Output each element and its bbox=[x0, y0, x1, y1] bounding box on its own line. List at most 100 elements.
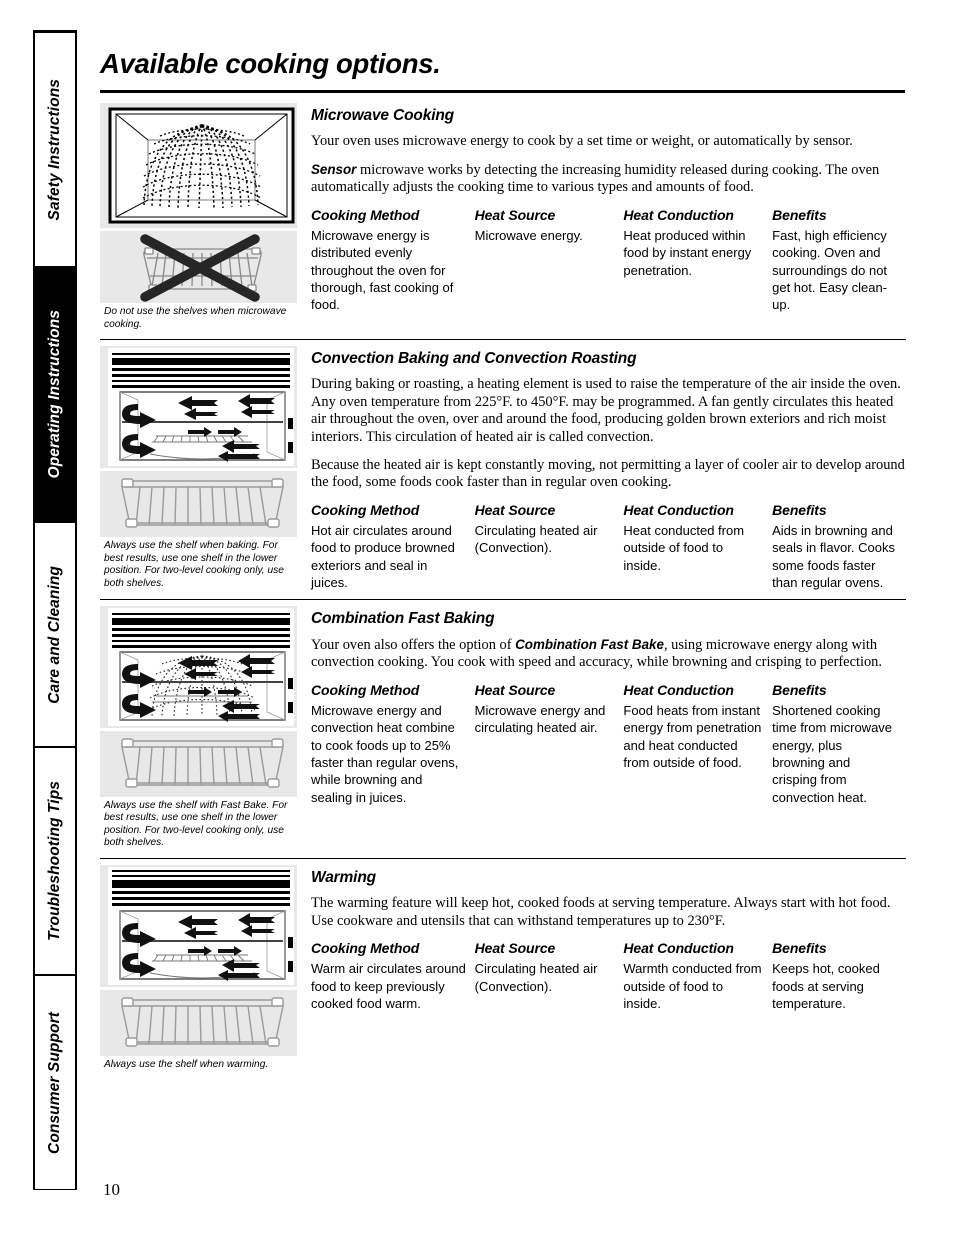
figure-caption: Always use the shelf with Fast Bake. For… bbox=[104, 799, 288, 849]
cell-heat-conduction: Heat produced within food by instant ene… bbox=[623, 227, 752, 278]
section-combination-fast-baking: Always use the shelf with Fast Bake. For… bbox=[100, 598, 906, 858]
table-header-row: Cooking Method Heat Source Heat Conducti… bbox=[311, 207, 906, 227]
col-header-benefits: Benefits bbox=[772, 940, 827, 957]
col-header-cooking-method: Cooking Method bbox=[311, 681, 420, 698]
text-column: Combination Fast Baking Your oven also o… bbox=[305, 606, 906, 858]
col-header-heat-source: Heat Source bbox=[474, 501, 556, 518]
figure-column: Do not use the shelves when microwave co… bbox=[100, 103, 305, 339]
figure-caption: Do not use the shelves when microwave co… bbox=[104, 306, 287, 330]
oven-shelf-icon bbox=[121, 478, 284, 528]
shelf-crossed-out-diagram bbox=[100, 231, 297, 303]
cell-heat-source: Microwave energy. bbox=[474, 227, 583, 243]
sidebar-item-label: Safety Instructions bbox=[46, 78, 64, 221]
page-number: 10 bbox=[103, 1180, 120, 1199]
cell-benefits: Fast, high efficiency cooking. Oven and … bbox=[772, 227, 888, 313]
spec-table: Cooking Method Heat Source Heat Conducti… bbox=[311, 502, 906, 592]
col-header-benefits: Benefits bbox=[772, 681, 827, 698]
spec-table: Cooking Method Heat Source Heat Conducti… bbox=[311, 940, 906, 1012]
section-warming: Always use the shelf when warming. Warmi… bbox=[100, 857, 906, 1080]
cell-benefits: Aids in browning and seals in flavor. Co… bbox=[772, 522, 895, 590]
sensor-lead: Sensor bbox=[311, 161, 357, 177]
cell-heat-source: Circulating heated air (Convection). bbox=[474, 522, 598, 556]
figure-caption: Always use the shelf when baking. For be… bbox=[104, 540, 284, 589]
section-paragraph: During baking or roasting, a heating ele… bbox=[311, 376, 901, 445]
col-header-heat-conduction: Heat Conduction bbox=[623, 206, 734, 223]
table-row: Hot air circulates around food to produc… bbox=[311, 522, 906, 592]
cell-heat-conduction: Heat conducted from outside of food to i… bbox=[623, 522, 745, 573]
warming-airflow-icon bbox=[108, 866, 294, 985]
cell-heat-source: Microwave energy and circulating heated … bbox=[474, 702, 606, 736]
oven-shelf-diagram bbox=[100, 471, 297, 538]
section-microwave-cooking: Do not use the shelves when microwave co… bbox=[100, 97, 906, 339]
section-paragraph-sensor: Sensor microwave works by detecting the … bbox=[311, 161, 906, 197]
sidebar-item-label: Consumer Support bbox=[46, 1011, 64, 1154]
col-header-benefits: Benefits bbox=[772, 206, 827, 223]
paragraph-pre: Your oven also offers the option of bbox=[311, 636, 516, 653]
section-paragraph: The warming feature will keep hot, cooke… bbox=[311, 894, 891, 929]
no-shelf-icon bbox=[140, 234, 262, 302]
cell-cooking-method: Microwave energy and convection heat com… bbox=[311, 702, 459, 805]
col-header-heat-source: Heat Source bbox=[474, 206, 556, 223]
section-heading: Convection Baking and Convection Roastin… bbox=[311, 350, 637, 368]
col-header-cooking-method: Cooking Method bbox=[311, 940, 420, 957]
section-heading: Combination Fast Baking bbox=[311, 609, 495, 627]
sidebar-item-consumer-support[interactable]: Consumer Support bbox=[35, 976, 75, 1189]
figure-caption: Always use the shelf when warming. bbox=[104, 1058, 269, 1070]
table-row: Microwave energy and convection heat com… bbox=[311, 702, 906, 806]
microwave-energy-icon bbox=[108, 107, 295, 224]
col-header-heat-conduction: Heat Conduction bbox=[623, 940, 734, 957]
cell-heat-source: Circulating heated air (Convection). bbox=[474, 961, 598, 994]
convection-airflow-diagram bbox=[100, 346, 297, 469]
table-header-row: Cooking Method Heat Source Heat Conducti… bbox=[311, 502, 906, 522]
oven-shelf-icon bbox=[121, 997, 284, 1047]
oven-shelf-icon bbox=[121, 737, 284, 788]
text-column: Microwave Cooking Your oven uses microwa… bbox=[305, 103, 906, 339]
col-header-cooking-method: Cooking Method bbox=[311, 501, 420, 518]
text-column: Convection Baking and Convection Roastin… bbox=[305, 346, 906, 598]
combination-fast-bake-diagram bbox=[100, 605, 297, 728]
combination-fast-bake-icon bbox=[108, 607, 294, 726]
microwave-energy-diagram bbox=[100, 103, 297, 228]
section-paragraph: Your oven also offers the option of Comb… bbox=[311, 636, 906, 672]
cell-cooking-method: Hot air circulates around food to produc… bbox=[311, 522, 455, 590]
section-convection-baking: Always use the shelf when baking. For be… bbox=[100, 339, 906, 598]
spec-table: Cooking Method Heat Source Heat Conducti… bbox=[311, 682, 906, 806]
col-header-heat-source: Heat Source bbox=[474, 681, 556, 698]
col-header-heat-conduction: Heat Conduction bbox=[623, 681, 734, 698]
sidebar-item-troubleshooting-tips[interactable]: Troubleshooting Tips bbox=[35, 748, 75, 976]
col-header-cooking-method: Cooking Method bbox=[311, 206, 420, 223]
table-row: Microwave energy is distributed evenly t… bbox=[311, 227, 906, 314]
cell-heat-conduction: Warmth conducted from outside of food to… bbox=[623, 961, 762, 1011]
sensor-rest: microwave works by detecting the increas… bbox=[311, 161, 880, 196]
col-header-heat-conduction: Heat Conduction bbox=[623, 501, 734, 518]
sidebar-item-label: Operating Instructions bbox=[46, 310, 64, 479]
title-divider bbox=[100, 90, 905, 93]
figure-column: Always use the shelf when warming. bbox=[100, 864, 305, 1080]
warming-airflow-diagram bbox=[100, 864, 297, 987]
cell-heat-conduction: Food heats from instant energy from pene… bbox=[623, 702, 762, 770]
section-heading: Microwave Cooking bbox=[311, 107, 455, 124]
cell-benefits: Shortened cooking time from microwave en… bbox=[772, 702, 893, 805]
sidebar-item-operating-instructions[interactable]: Operating Instructions bbox=[35, 268, 75, 523]
oven-shelf-diagram bbox=[100, 989, 297, 1056]
spec-table: Cooking Method Heat Source Heat Conducti… bbox=[311, 207, 906, 314]
cell-cooking-method: Microwave energy is distributed evenly t… bbox=[311, 227, 454, 313]
section-paragraph: Because the heated air is kept constantl… bbox=[311, 456, 905, 491]
table-header-row: Cooking Method Heat Source Heat Conducti… bbox=[311, 682, 906, 702]
sidebar-item-label: Care and Cleaning bbox=[46, 565, 64, 704]
sidebar-item-care-and-cleaning[interactable]: Care and Cleaning bbox=[35, 523, 75, 748]
cell-cooking-method: Warm air circulates around food to keep … bbox=[311, 961, 466, 1011]
sidebar-tab-rail: Safety Instructions Operating Instructio… bbox=[33, 30, 77, 1190]
text-column: Warming The warming feature will keep ho… bbox=[305, 865, 906, 1080]
page-content: Do not use the shelves when microwave co… bbox=[100, 97, 906, 1080]
col-header-heat-source: Heat Source bbox=[474, 940, 556, 957]
cell-benefits: Keeps hot, cooked foods at serving tempe… bbox=[772, 961, 880, 1011]
sidebar-item-safety-instructions[interactable]: Safety Instructions bbox=[35, 33, 75, 268]
table-row: Warm air circulates around food to keep … bbox=[311, 960, 906, 1012]
table-header-row: Cooking Method Heat Source Heat Conducti… bbox=[311, 940, 906, 960]
section-paragraph: Your oven uses microwave energy to cook … bbox=[311, 133, 853, 149]
page-title: Available cooking options. bbox=[100, 48, 441, 79]
figure-column: Always use the shelf with Fast Bake. For… bbox=[100, 605, 305, 858]
combination-fast-bake-term: Combination Fast Bake bbox=[515, 636, 664, 652]
convection-airflow-icon bbox=[108, 348, 294, 467]
